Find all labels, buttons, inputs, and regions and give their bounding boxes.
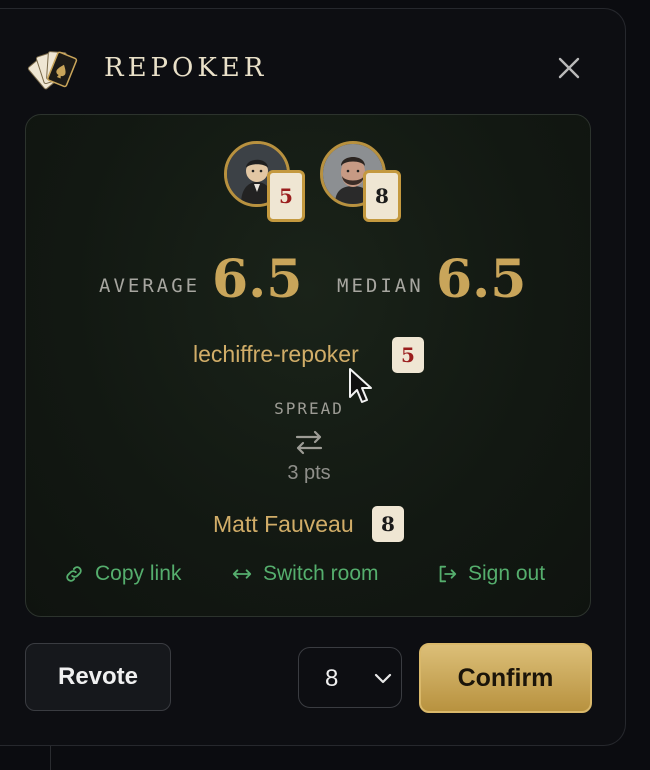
link-icon bbox=[66, 566, 82, 582]
copy-link-label: Copy link bbox=[95, 562, 182, 585]
chevron-down-icon bbox=[374, 673, 392, 684]
vote-chip-lechiffre: 5 bbox=[267, 170, 305, 222]
vote-select-value: 8 bbox=[325, 665, 339, 692]
confirm-button[interactable]: Confirm bbox=[419, 643, 592, 713]
panel-header: REPOKER bbox=[0, 9, 626, 114]
spread-value: 3 pts bbox=[287, 462, 331, 484]
average-value: 6.5 bbox=[212, 249, 303, 310]
spread-label: SPREAD bbox=[274, 399, 344, 418]
low-voter-name: lechiffre-repoker bbox=[193, 341, 359, 367]
brand-title: REPOKER bbox=[104, 53, 268, 83]
median-label: MEDIAN bbox=[337, 275, 424, 297]
switch-room-label: Switch room bbox=[263, 562, 379, 585]
median-value: 6.5 bbox=[436, 249, 527, 310]
switch-room-button[interactable]: Switch room bbox=[231, 562, 379, 586]
close-icon[interactable] bbox=[556, 55, 582, 81]
high-voter-card: 8 bbox=[372, 506, 404, 542]
card-fan-logo bbox=[27, 51, 78, 90]
low-voter-card: 5 bbox=[392, 337, 424, 373]
high-voter-name: Matt Fauveau bbox=[213, 511, 354, 537]
vote-chip-matt: 8 bbox=[363, 170, 401, 222]
vote-select[interactable]: 8 bbox=[298, 647, 402, 708]
copy-link-button[interactable]: Copy link bbox=[63, 562, 181, 586]
switch-icon bbox=[232, 569, 252, 579]
sign-out-icon bbox=[439, 565, 457, 583]
mouse-cursor-icon bbox=[349, 368, 372, 403]
repoker-panel: REPOKER 5 8 AVERAGE 6.5 MEDIAN 6.5 lechi… bbox=[0, 8, 626, 746]
revote-button[interactable]: Revote bbox=[25, 643, 171, 711]
average-label: AVERAGE bbox=[99, 275, 201, 297]
sign-out-label: Sign out bbox=[468, 562, 546, 585]
poker-table: 5 8 AVERAGE 6.5 MEDIAN 6.5 lechiffre-rep… bbox=[25, 114, 591, 617]
sign-out-button[interactable]: Sign out bbox=[436, 562, 545, 586]
swap-arrows-icon bbox=[295, 430, 323, 455]
